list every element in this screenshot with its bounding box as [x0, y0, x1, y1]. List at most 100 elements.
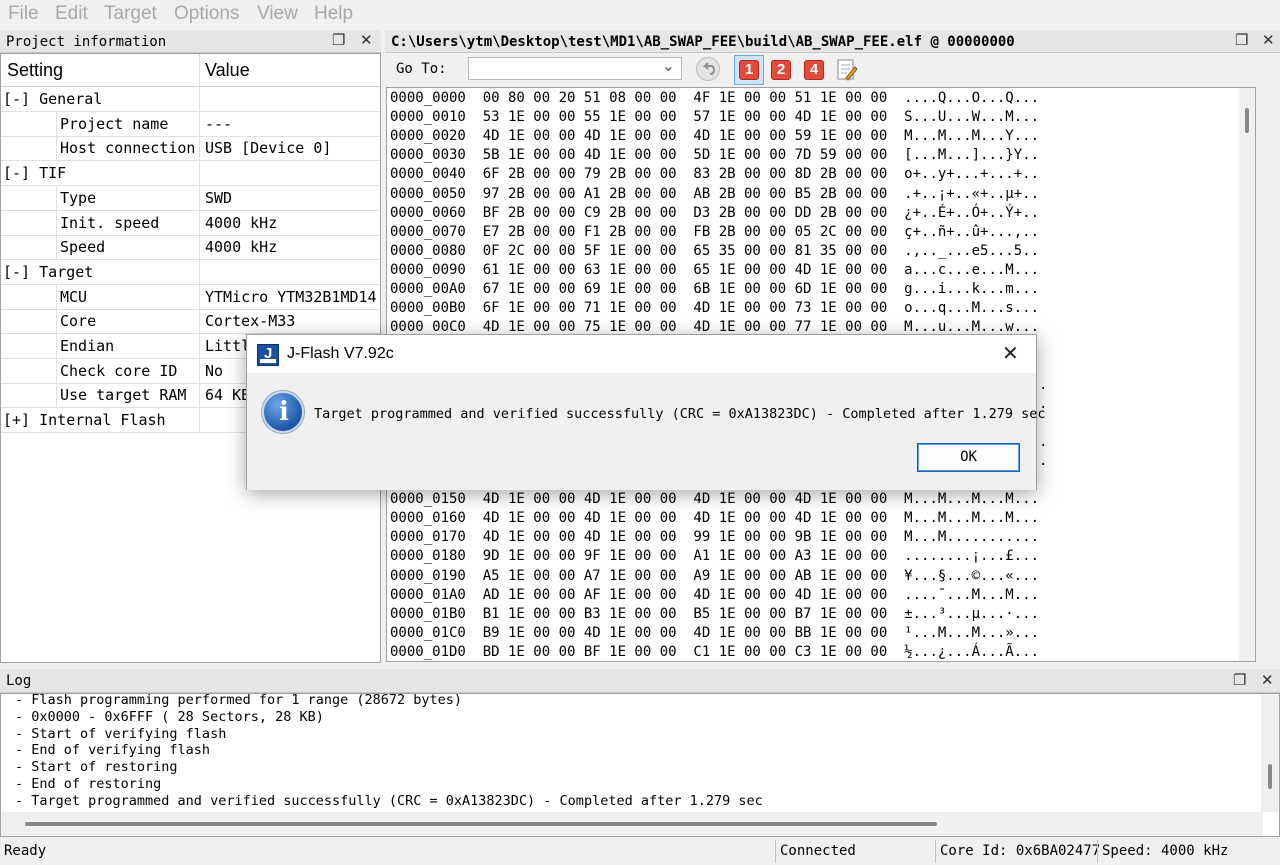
hex-row: 0000_00B0 6F 1E 00 00 71 1E 00 00 4D 1E … [390, 300, 1040, 317]
settings-item-row[interactable]: Host connection USB [Device 0] [1, 136, 380, 162]
settings-item-row[interactable]: Init. speed 4000 kHz [1, 210, 380, 236]
button-1[interactable]: 1 [739, 60, 759, 80]
setting-label: Use target RAM [56, 383, 186, 408]
setting-value: USB [Device 0] [199, 136, 380, 161]
vertical-scrollbar[interactable] [1239, 88, 1255, 661]
settings-item-row[interactable]: Type SWD [1, 185, 380, 211]
close-icon[interactable]: ✕ [1262, 33, 1275, 49]
hex-row: 0000_0070 E7 2B 00 00 F1 2B 00 00 FB 2B … [390, 223, 1040, 240]
hex-row: 0000_0080 0F 2C 00 00 5F 1E 00 00 65 35 … [390, 242, 1040, 259]
setting-label: Init. speed [56, 210, 159, 235]
hex-row: 0000_0020 4D 1E 00 00 4D 1E 00 00 4D 1E … [390, 128, 1040, 145]
setting-label: MCU [56, 284, 87, 309]
dialog-message: Target programmed and verified successfu… [314, 406, 1046, 422]
setting-value [199, 87, 380, 111]
status-speed: Speed: 4000 kHz [1102, 843, 1229, 859]
log-line: - Flash programming performed for 1 rang… [15, 692, 463, 708]
setting-label: Check core ID [56, 358, 177, 383]
settings-item-row[interactable]: Speed 4000 kHz [1, 235, 380, 261]
menu-options[interactable]: Options [174, 3, 239, 25]
log-pane: - Flash programming performed for 1 rang… [0, 692, 1280, 837]
hex-row: 0000_0150 4D 1E 00 00 4D 1E 00 00 4D 1E … [390, 491, 1040, 508]
hex-row: 0000_01A0 AD 1E 00 00 AF 1E 00 00 4D 1E … [390, 586, 1040, 603]
hex-row: 0000_0010 53 1E 00 00 55 1E 00 00 57 1E … [390, 109, 1040, 126]
dialog-title: J-Flash V7.92c [287, 345, 394, 362]
hex-row: 0000_0050 97 2B 00 00 A1 2B 00 00 AB 2B … [390, 185, 1040, 202]
close-icon[interactable]: ✕ [1261, 673, 1274, 689]
edit-note-icon[interactable] [836, 58, 858, 82]
status-divider [935, 840, 936, 863]
log-line: - Start of restoring [15, 759, 178, 776]
close-icon[interactable]: ✕ [360, 33, 373, 49]
menu-view[interactable]: View [257, 3, 298, 25]
scrollbar-thumb[interactable] [25, 822, 937, 826]
hex-row: 0000_0030 5B 1E 00 00 4D 1E 00 00 5D 1E … [390, 147, 1040, 164]
hex-row: 0000_0090 61 1E 00 00 63 1E 00 00 65 1E … [390, 261, 1040, 278]
menu-edit[interactable]: Edit [55, 3, 88, 25]
settings-item-row[interactable]: Project name --- [1, 111, 380, 137]
settings-group-row[interactable]: [-] General [1, 87, 380, 112]
setting-label: [+] Internal Flash [3, 411, 166, 430]
hex-row: 0000_00A0 67 1E 00 00 69 1E 00 00 6B 1E … [390, 281, 1040, 297]
status-bar: Ready Connected Core Id: 0x6BA02477 Spee… [0, 838, 1280, 865]
back-arrow-icon[interactable] [696, 57, 720, 81]
status-connection: Connected [780, 843, 856, 859]
scrollbar-thumb[interactable] [1245, 108, 1249, 133]
status-ready: Ready [4, 843, 47, 859]
setting-value: 4000 kHz [199, 210, 380, 235]
hex-row: 0000_0040 6F 2B 00 00 79 2B 00 00 83 2B … [390, 166, 1040, 183]
hex-panel-title: C:\Users\ytm\Desktop\test\MD1\AB_SWAP_FE… [391, 34, 1015, 50]
menu-file[interactable]: File [8, 3, 39, 25]
settings-group-row[interactable]: [-] TIF [1, 161, 380, 187]
setting-label: Project name [56, 111, 168, 136]
setting-label: [-] TIF [3, 164, 67, 183]
log-line: - End of restoring [15, 776, 162, 792]
scrollbar-thumb[interactable] [1268, 764, 1272, 789]
restore-icon[interactable]: ❐ [1235, 33, 1248, 49]
setting-value: Cortex-M33 [199, 309, 380, 334]
log-line: - Start of verifying flash [15, 725, 227, 742]
menu-bar: File Edit Target Options View Help [0, 0, 1280, 29]
vertical-scrollbar[interactable] [1261, 694, 1279, 812]
info-icon: i [262, 391, 304, 433]
settings-item-row[interactable]: MCU YTMicro YTM32B1MD14 [1, 284, 380, 310]
hex-row: 0000_01B0 B1 1E 00 00 B3 1E 00 00 B5 1E … [390, 605, 1040, 622]
setting-value: 4000 kHz [199, 235, 380, 260]
setting-label: [-] General [3, 90, 103, 108]
hex-panel-header: C:\Users\ytm\Desktop\test\MD1\AB_SWAP_FE… [385, 30, 1280, 53]
dialog-close-icon[interactable]: ✕ [1002, 341, 1019, 366]
settings-group-row[interactable]: [-] Target [1, 259, 380, 285]
goto-dropdown[interactable]: ⌄ [468, 57, 682, 80]
menu-help[interactable]: Help [314, 3, 353, 25]
goto-label: Go To: [396, 61, 447, 77]
project-panel-title: Project information [6, 34, 167, 50]
setting-value [199, 259, 380, 284]
hex-row: 0000_01D0 BD 1E 00 00 BF 1E 00 00 C1 1E … [390, 643, 1040, 660]
hex-row: 0000_0180 9D 1E 00 00 9F 1E 00 00 A1 1E … [390, 548, 1040, 565]
dialog-body: i Target programmed and verified success… [247, 373, 1046, 490]
button-2[interactable]: 2 [771, 60, 791, 80]
setting-label: Endian [56, 334, 114, 358]
setting-value [199, 161, 380, 186]
restore-icon[interactable]: ❐ [1233, 673, 1246, 689]
log-title: Log [6, 673, 32, 689]
setting-label: Core [56, 309, 96, 334]
menu-target[interactable]: Target [104, 3, 157, 25]
app-logo-icon: J [257, 344, 279, 366]
restore-icon[interactable]: ❐ [332, 33, 345, 49]
setting-label: Speed [56, 235, 105, 260]
setting-label: Host connection [56, 136, 195, 161]
button-4[interactable]: 4 [804, 60, 824, 80]
hex-row: 0000_0160 4D 1E 00 00 4D 1E 00 00 4D 1E … [390, 510, 1040, 527]
message-dialog: J J-Flash V7.92c ✕ i Target programmed a… [246, 334, 1046, 490]
dialog-titlebar: J J-Flash V7.92c ✕ [247, 335, 1036, 373]
horizontal-scrollbar[interactable] [1, 812, 1263, 836]
hex-row: 0000_0060 BF 2B 00 00 C9 2B 00 00 D3 2B … [390, 204, 1040, 221]
settings-item-row[interactable]: Core Cortex-M33 [1, 309, 380, 335]
log-line: - Target programmed and verified success… [15, 792, 763, 809]
setting-value: YTMicro YTM32B1MD14 [199, 284, 380, 309]
setting-value: SWD [199, 185, 380, 210]
col-value-header: Value [199, 54, 380, 86]
hex-row: 0000_0000 00 80 00 20 51 08 00 00 4F 1E … [390, 90, 1040, 106]
ok-button[interactable]: OK [917, 443, 1020, 472]
